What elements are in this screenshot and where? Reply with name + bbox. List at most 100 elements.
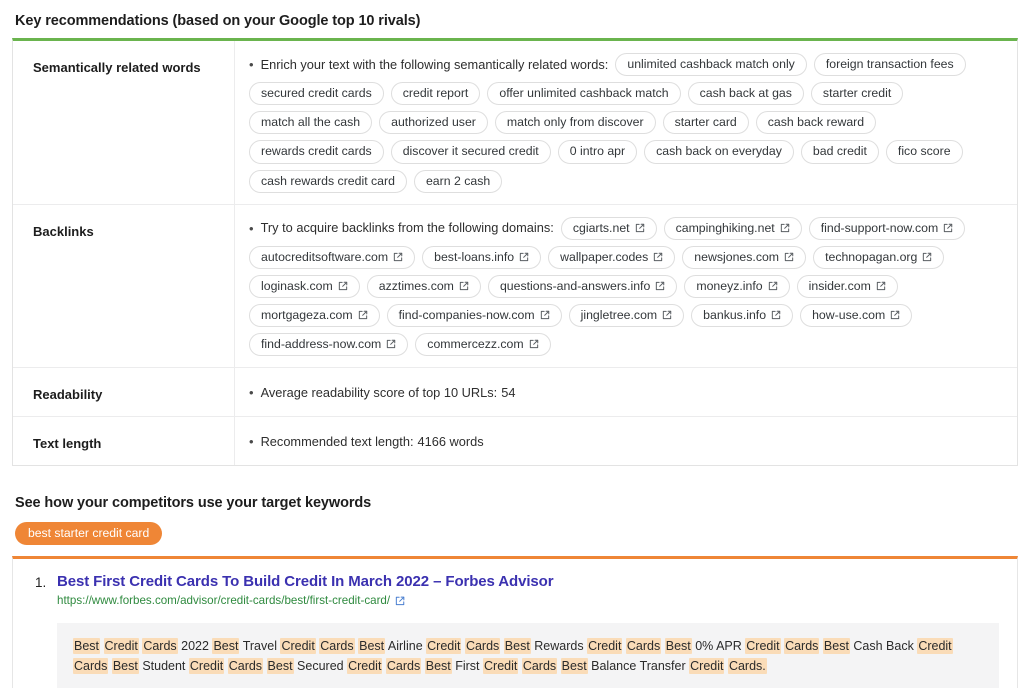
backlink-domain-tag[interactable]: how-use.com: [800, 304, 912, 327]
highlighted-keyword: Best: [267, 658, 294, 674]
tag-label: 0 intro apr: [570, 144, 625, 158]
key-recommendations-section: Key recommendations (based on your Googl…: [12, 0, 1018, 466]
seo-content-template-page: Key recommendations (based on your Googl…: [0, 0, 1030, 688]
external-link-icon: [519, 252, 529, 262]
external-link-icon: [529, 339, 539, 349]
highlighted-keyword: Credit: [917, 638, 952, 654]
external-link-icon: [655, 281, 665, 291]
highlighted-keyword: Cards: [319, 638, 354, 654]
tag-label: unlimited cashback match only: [627, 57, 794, 71]
recommendation-content: Enrich your text with the following sema…: [235, 41, 1017, 204]
related-word-tag[interactable]: cash back at gas: [688, 82, 804, 105]
related-word-tag[interactable]: match all the cash: [249, 111, 372, 134]
related-word-tag[interactable]: earn 2 cash: [414, 170, 502, 193]
tag-label: wallpaper.codes: [560, 250, 648, 264]
tag-label: best-loans.info: [434, 250, 514, 264]
related-word-tag[interactable]: starter card: [663, 111, 749, 134]
recommendation-text: Recommended text length:: [261, 434, 414, 449]
backlink-domain-tag[interactable]: questions-and-answers.info: [488, 275, 677, 298]
tag-label: cash back reward: [768, 115, 864, 129]
backlink-domain-tag[interactable]: bankus.info: [691, 304, 793, 327]
backlink-domain-tag[interactable]: wallpaper.codes: [548, 246, 675, 269]
related-word-tag[interactable]: credit report: [391, 82, 481, 105]
highlighted-keyword: Cards: [386, 658, 421, 674]
tag-label: match all the cash: [261, 115, 360, 129]
tag-label: commercezz.com: [427, 337, 523, 351]
external-link-icon: [768, 281, 778, 291]
recommendation-label: Backlinks: [13, 205, 235, 368]
result-url-link[interactable]: https://www.forbes.com/advisor/credit-ca…: [57, 594, 390, 607]
related-word-tag[interactable]: starter credit: [811, 82, 903, 105]
backlink-domain-tag[interactable]: technopagan.org: [813, 246, 944, 269]
tag-label: jingletree.com: [581, 308, 658, 322]
recommendation-label: Readability: [13, 368, 235, 416]
recommendation-bullet: Recommended text length:4166 words: [249, 429, 1007, 449]
backlink-domain-tag[interactable]: newsjones.com: [682, 246, 806, 269]
highlighted-keyword: Credit: [104, 638, 139, 654]
backlink-domain-tag[interactable]: azztimes.com: [367, 275, 481, 298]
result-header: 1. Best First Credit Cards To Build Cred…: [31, 573, 999, 607]
backlink-domain-tag[interactable]: insider.com: [797, 275, 898, 298]
related-word-tag[interactable]: match only from discover: [495, 111, 656, 134]
tag-label: azztimes.com: [379, 279, 454, 293]
tag-label: earn 2 cash: [426, 174, 490, 188]
backlink-domain-tag[interactable]: cgiarts.net: [561, 217, 657, 240]
highlighted-keyword: Best: [665, 638, 692, 654]
recommendation-row: Semantically related wordsEnrich your te…: [13, 41, 1017, 204]
related-word-tag[interactable]: 0 intro apr: [558, 140, 637, 163]
highlighted-keyword: Cards: [784, 638, 819, 654]
tag-label: loginask.com: [261, 279, 333, 293]
related-word-tag[interactable]: unlimited cashback match only: [615, 53, 806, 76]
backlink-domain-tag[interactable]: commercezz.com: [415, 333, 550, 356]
tag-label: how-use.com: [812, 308, 885, 322]
highlighted-keyword: Best: [73, 638, 100, 654]
external-link-icon[interactable]: [395, 596, 405, 606]
tag-label: technopagan.org: [825, 250, 917, 264]
external-link-icon: [943, 223, 953, 233]
backlink-domain-tag[interactable]: find-companies-now.com: [387, 304, 562, 327]
related-word-tag[interactable]: cash back on everyday: [644, 140, 794, 163]
external-link-icon: [358, 310, 368, 320]
related-word-tag[interactable]: offer unlimited cashback match: [487, 82, 680, 105]
related-word-tag[interactable]: authorized user: [379, 111, 488, 134]
recommendation-row: Text lengthRecommended text length:4166 …: [13, 416, 1017, 465]
target-keyword-badge[interactable]: best starter credit card: [15, 522, 162, 545]
related-word-tag[interactable]: discover it secured credit: [391, 140, 551, 163]
backlink-domain-tag[interactable]: mortgageza.com: [249, 304, 380, 327]
highlighted-keyword: Cards: [142, 638, 177, 654]
highlighted-keyword: Best: [212, 638, 239, 654]
related-word-tag[interactable]: foreign transaction fees: [814, 53, 966, 76]
related-word-tag[interactable]: cash rewards credit card: [249, 170, 407, 193]
tag-list: Enrich your text with the following sema…: [249, 53, 1007, 193]
backlink-domain-tag[interactable]: jingletree.com: [569, 304, 685, 327]
external-link-icon: [922, 252, 932, 262]
result-title-link[interactable]: Best First Credit Cards To Build Credit …: [57, 573, 553, 590]
backlink-domain-tag[interactable]: loginask.com: [249, 275, 360, 298]
backlink-domain-tag[interactable]: find-address-now.com: [249, 333, 408, 356]
related-word-tag[interactable]: cash back reward: [756, 111, 876, 134]
highlighted-keyword: Best: [112, 658, 139, 674]
tag-list: Try to acquire backlinks from the follow…: [249, 217, 1007, 357]
backlink-domain-tag[interactable]: moneyz.info: [684, 275, 789, 298]
highlighted-keyword: Cards: [73, 658, 108, 674]
highlighted-keyword: Best: [561, 658, 588, 674]
tag-label: find-companies-now.com: [399, 308, 535, 322]
tag-label: starter credit: [823, 86, 891, 100]
highlighted-keyword: Credit: [587, 638, 622, 654]
tag-label: match only from discover: [507, 115, 644, 129]
related-word-tag[interactable]: fico score: [886, 140, 963, 163]
recommendation-label: Semantically related words: [13, 41, 235, 204]
highlighted-keyword: Best: [504, 638, 531, 654]
recommendation-row: BacklinksTry to acquire backlinks from t…: [13, 204, 1017, 368]
backlink-domain-tag[interactable]: campinghiking.net: [664, 217, 802, 240]
backlink-domain-tag[interactable]: autocreditsoftware.com: [249, 246, 415, 269]
related-word-tag[interactable]: secured credit cards: [249, 82, 384, 105]
tag-label: cash rewards credit card: [261, 174, 395, 188]
related-word-tag[interactable]: rewards credit cards: [249, 140, 384, 163]
related-word-tag[interactable]: bad credit: [801, 140, 879, 163]
backlink-domain-tag[interactable]: find-support-now.com: [809, 217, 966, 240]
backlink-domain-tag[interactable]: best-loans.info: [422, 246, 541, 269]
external-link-icon: [540, 310, 550, 320]
tag-label: credit report: [403, 86, 469, 100]
external-link-icon: [784, 252, 794, 262]
